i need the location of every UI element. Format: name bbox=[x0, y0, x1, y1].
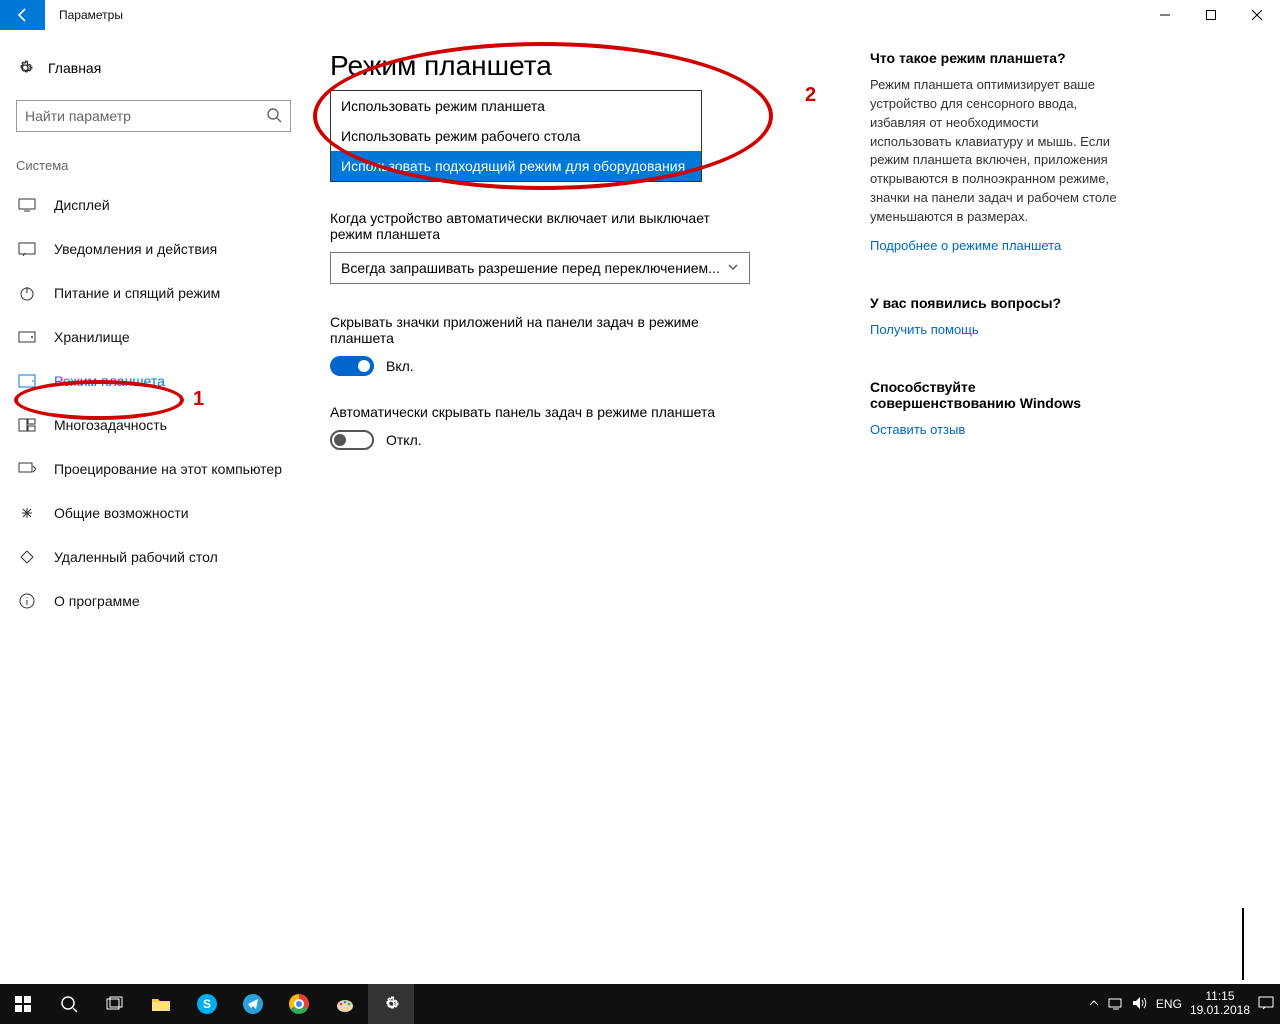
dropdown-option[interactable]: Использовать режим рабочего стола bbox=[331, 121, 701, 151]
hide-taskbar-toggle[interactable] bbox=[330, 430, 374, 450]
tray-clock[interactable]: 11:15 19.01.2018 bbox=[1190, 990, 1250, 1018]
remote-icon bbox=[18, 549, 36, 565]
decorative-divider bbox=[1242, 908, 1244, 980]
sidebar-item-project[interactable]: Проецирование на этот компьютер bbox=[16, 447, 294, 491]
dropdown-option[interactable]: Использовать режим планшета bbox=[331, 91, 701, 121]
search-icon bbox=[266, 107, 282, 126]
info-feedback-title: Способствуйте совершенствованию Windows bbox=[870, 379, 1122, 411]
tray-language[interactable]: ENG bbox=[1156, 997, 1182, 1011]
shared-icon bbox=[18, 505, 36, 521]
maximize-button[interactable] bbox=[1188, 0, 1234, 30]
tray-time: 11:15 bbox=[1190, 990, 1250, 1004]
taskbar-search-button[interactable] bbox=[46, 984, 92, 1024]
titlebar: Параметры bbox=[0, 0, 1280, 30]
project-icon bbox=[18, 462, 36, 476]
sidebar-item-label: Дисплей bbox=[54, 197, 110, 213]
home-label: Главная bbox=[48, 60, 101, 76]
task-view-button[interactable] bbox=[92, 984, 138, 1024]
chrome-button[interactable] bbox=[276, 984, 322, 1024]
info-panel: Что такое режим планшета? Режим планшета… bbox=[870, 30, 1140, 984]
sidebar-item-label: Питание и спящий режим bbox=[54, 285, 220, 301]
power-icon bbox=[18, 285, 36, 301]
window-title: Параметры bbox=[59, 8, 123, 22]
start-button[interactable] bbox=[0, 984, 46, 1024]
sidebar-item-notifications[interactable]: Уведомления и действия bbox=[16, 227, 294, 271]
content-area: Режим планшета Использовать режим планше… bbox=[310, 30, 870, 984]
sidebar-item-label: Многозадачность bbox=[54, 417, 167, 433]
search-placeholder: Найти параметр bbox=[25, 108, 131, 124]
telegram-button[interactable] bbox=[230, 984, 276, 1024]
tray-chevron-up-icon[interactable] bbox=[1088, 997, 1100, 1012]
info-about-text: Режим планшета оптимизирует ваше устройс… bbox=[870, 76, 1122, 227]
info-help-title: У вас появились вопросы? bbox=[870, 295, 1122, 311]
taskbar: S ENG 11:15 19.01.2018 bbox=[0, 984, 1280, 1024]
toggle-state: Вкл. bbox=[386, 358, 414, 374]
sidebar-item-tablet-mode[interactable]: Режим планшета bbox=[16, 359, 294, 403]
settings-taskbar-button[interactable] bbox=[368, 984, 414, 1024]
info-feedback-link[interactable]: Оставить отзыв bbox=[870, 422, 965, 437]
sidebar-item-shared[interactable]: Общие возможности bbox=[16, 491, 294, 535]
info-icon bbox=[18, 593, 36, 609]
file-explorer-button[interactable] bbox=[138, 984, 184, 1024]
chevron-down-icon bbox=[727, 260, 739, 276]
gear-icon bbox=[16, 59, 34, 77]
sidebar-item-label: Уведомления и действия bbox=[54, 241, 217, 257]
sidebar-item-about[interactable]: О программе bbox=[16, 579, 294, 623]
dropdown-option-selected[interactable]: Использовать подходящий режим для оборуд… bbox=[331, 151, 701, 181]
tray-volume-icon[interactable] bbox=[1132, 996, 1148, 1013]
minimize-button[interactable] bbox=[1142, 0, 1188, 30]
auto-switch-dropdown[interactable]: Всегда запрашивать разрешение перед пере… bbox=[330, 252, 750, 284]
sidebar-item-label: Режим планшета bbox=[54, 373, 165, 389]
sidebar-item-label: Проецирование на этот компьютер bbox=[54, 461, 282, 477]
skype-button[interactable]: S bbox=[184, 984, 230, 1024]
tablet-icon bbox=[18, 374, 36, 388]
close-button[interactable] bbox=[1234, 0, 1280, 30]
home-link[interactable]: Главная bbox=[16, 50, 294, 86]
tray-date: 19.01.2018 bbox=[1190, 1004, 1250, 1018]
auto-switch-label: Когда устройство автоматически включает … bbox=[330, 210, 740, 242]
notify-icon bbox=[18, 242, 36, 256]
display-icon bbox=[18, 198, 36, 212]
toggle-state: Откл. bbox=[386, 432, 422, 448]
sidebar-item-label: Общие возможности bbox=[54, 505, 189, 521]
sidebar-item-label: Хранилище bbox=[54, 329, 130, 345]
search-input[interactable]: Найти параметр bbox=[16, 100, 291, 132]
page-title: Режим планшета bbox=[330, 50, 850, 82]
sidebar-group: Система bbox=[16, 158, 294, 173]
tray-action-center-icon[interactable] bbox=[1258, 996, 1274, 1013]
combo-value: Всегда запрашивать разрешение перед пере… bbox=[341, 260, 720, 276]
info-help-link[interactable]: Получить помощь bbox=[870, 322, 979, 337]
sidebar-item-remote-desktop[interactable]: Удаленный рабочий стол bbox=[16, 535, 294, 579]
sidebar: Главная Найти параметр Система Дисплей У… bbox=[0, 30, 310, 984]
hide-icons-label: Скрывать значки приложений на панели зад… bbox=[330, 314, 740, 346]
sidebar-item-display[interactable]: Дисплей bbox=[16, 183, 294, 227]
info-about-title: Что такое режим планшета? bbox=[870, 50, 1122, 66]
storage-icon bbox=[18, 331, 36, 343]
sidebar-item-multitasking[interactable]: Многозадачность bbox=[16, 403, 294, 447]
multi-icon bbox=[18, 418, 36, 432]
tray-network-icon[interactable] bbox=[1108, 996, 1124, 1013]
sidebar-item-label: О программе bbox=[54, 593, 140, 609]
signin-mode-dropdown[interactable]: Использовать режим планшета Использовать… bbox=[330, 90, 702, 182]
hide-taskbar-label: Автоматически скрывать панель задач в ре… bbox=[330, 404, 740, 420]
sidebar-item-storage[interactable]: Хранилище bbox=[16, 315, 294, 359]
back-button[interactable] bbox=[0, 0, 45, 30]
info-about-link[interactable]: Подробнее о режиме планшета bbox=[870, 238, 1061, 253]
sidebar-item-power[interactable]: Питание и спящий режим bbox=[16, 271, 294, 315]
hide-icons-toggle[interactable] bbox=[330, 356, 374, 376]
sidebar-item-label: Удаленный рабочий стол bbox=[54, 549, 218, 565]
paint-button[interactable] bbox=[322, 984, 368, 1024]
